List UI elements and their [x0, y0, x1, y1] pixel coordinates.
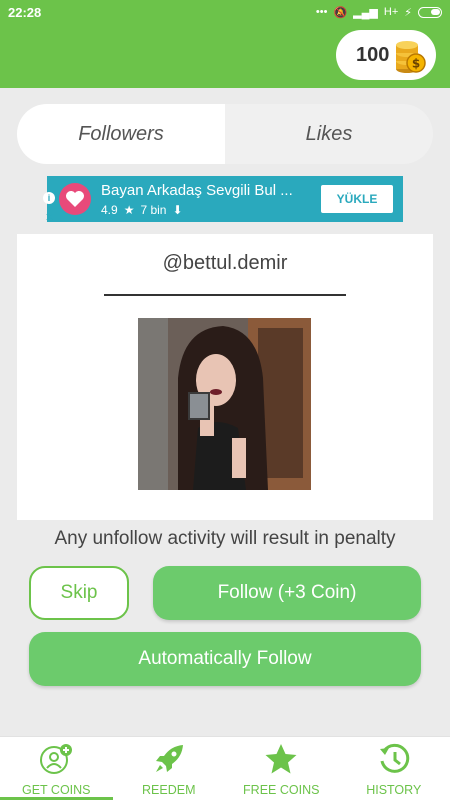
signal-icon: ▂▄▆ — [353, 6, 378, 19]
ad-rating: 4.9 — [101, 202, 118, 217]
coins-icon: $ — [393, 35, 427, 75]
tab-likes[interactable]: Likes — [225, 104, 433, 164]
nav-get-coins[interactable]: GET COINS — [0, 737, 113, 800]
ad-close-icon[interactable]: ✕ — [45, 211, 54, 224]
network-type: H+ — [383, 6, 399, 18]
nav-reedem[interactable]: REEDEM — [113, 737, 226, 800]
coin-count: 100 — [356, 43, 390, 66]
coin-balance[interactable]: 100 $ — [336, 30, 436, 80]
ad-app-logo — [59, 183, 91, 215]
auto-follow-button[interactable]: Automatically Follow — [29, 632, 421, 686]
rocket-icon — [153, 743, 185, 778]
download-icon: ⬇ — [172, 202, 183, 217]
tab-followers[interactable]: Followers — [17, 104, 225, 164]
dots-icon: ••• — [315, 6, 328, 18]
battery-icon — [418, 6, 442, 18]
star-icon: ★ — [123, 202, 135, 217]
mute-icon: 🔕 — [333, 6, 348, 19]
status-time: 22:28 — [8, 4, 42, 20]
username-divider — [104, 294, 346, 296]
ad-banner[interactable]: i ✕ Bayan Arkadaş Sevgili Bul ... 4.9 ★ … — [43, 176, 403, 224]
nav-label-get-coins: GET COINS — [21, 783, 91, 797]
nav-label-history: HISTORY — [366, 783, 422, 797]
follow-button[interactable]: Follow (+3 Coin) — [153, 566, 421, 620]
profile-photo — [138, 318, 311, 490]
profile-username: @bettul.demir — [162, 252, 288, 274]
app-bar: 100 $ — [0, 24, 450, 88]
ad-text: Bayan Arkadaş Sevgili Bul ... 4.9 ★ 7 bi… — [101, 182, 293, 217]
get-coins-icon — [39, 743, 73, 778]
status-bar: 22:28 ••• 🔕 ▂▄▆ H+ ⚡ — [0, 0, 450, 24]
ad-meta: 4.9 ★ 7 bin ⬇ — [101, 203, 293, 217]
ad-title: Bayan Arkadaş Sevgili Bul ... — [101, 181, 293, 199]
bottom-nav: GET COINS REEDEM FREE COINS HISTORY — [0, 736, 450, 800]
penalty-warning: Any unfollow activity will result in pen… — [54, 528, 396, 549]
svg-text:$: $ — [412, 57, 420, 71]
nav-history[interactable]: HISTORY — [338, 737, 450, 800]
skip-button[interactable]: Skip — [29, 566, 129, 620]
star-icon — [264, 743, 298, 778]
history-icon — [378, 743, 410, 778]
nav-label-free-coins: FREE COINS — [243, 783, 320, 797]
nav-free-coins[interactable]: FREE COINS — [225, 737, 338, 800]
tab-bar: Followers Likes — [17, 104, 433, 164]
ad-install-button[interactable]: YÜKLE — [321, 185, 393, 213]
ad-info-icon[interactable]: i — [43, 192, 55, 204]
profile-card: @bettul.demir — [17, 234, 433, 520]
charging-icon: ⚡ — [404, 6, 412, 19]
status-icons: ••• 🔕 ▂▄▆ H+ ⚡ — [316, 6, 442, 19]
nav-label-reedem: REEDEM — [142, 783, 196, 797]
ad-downloads: 7 bin — [140, 202, 167, 217]
